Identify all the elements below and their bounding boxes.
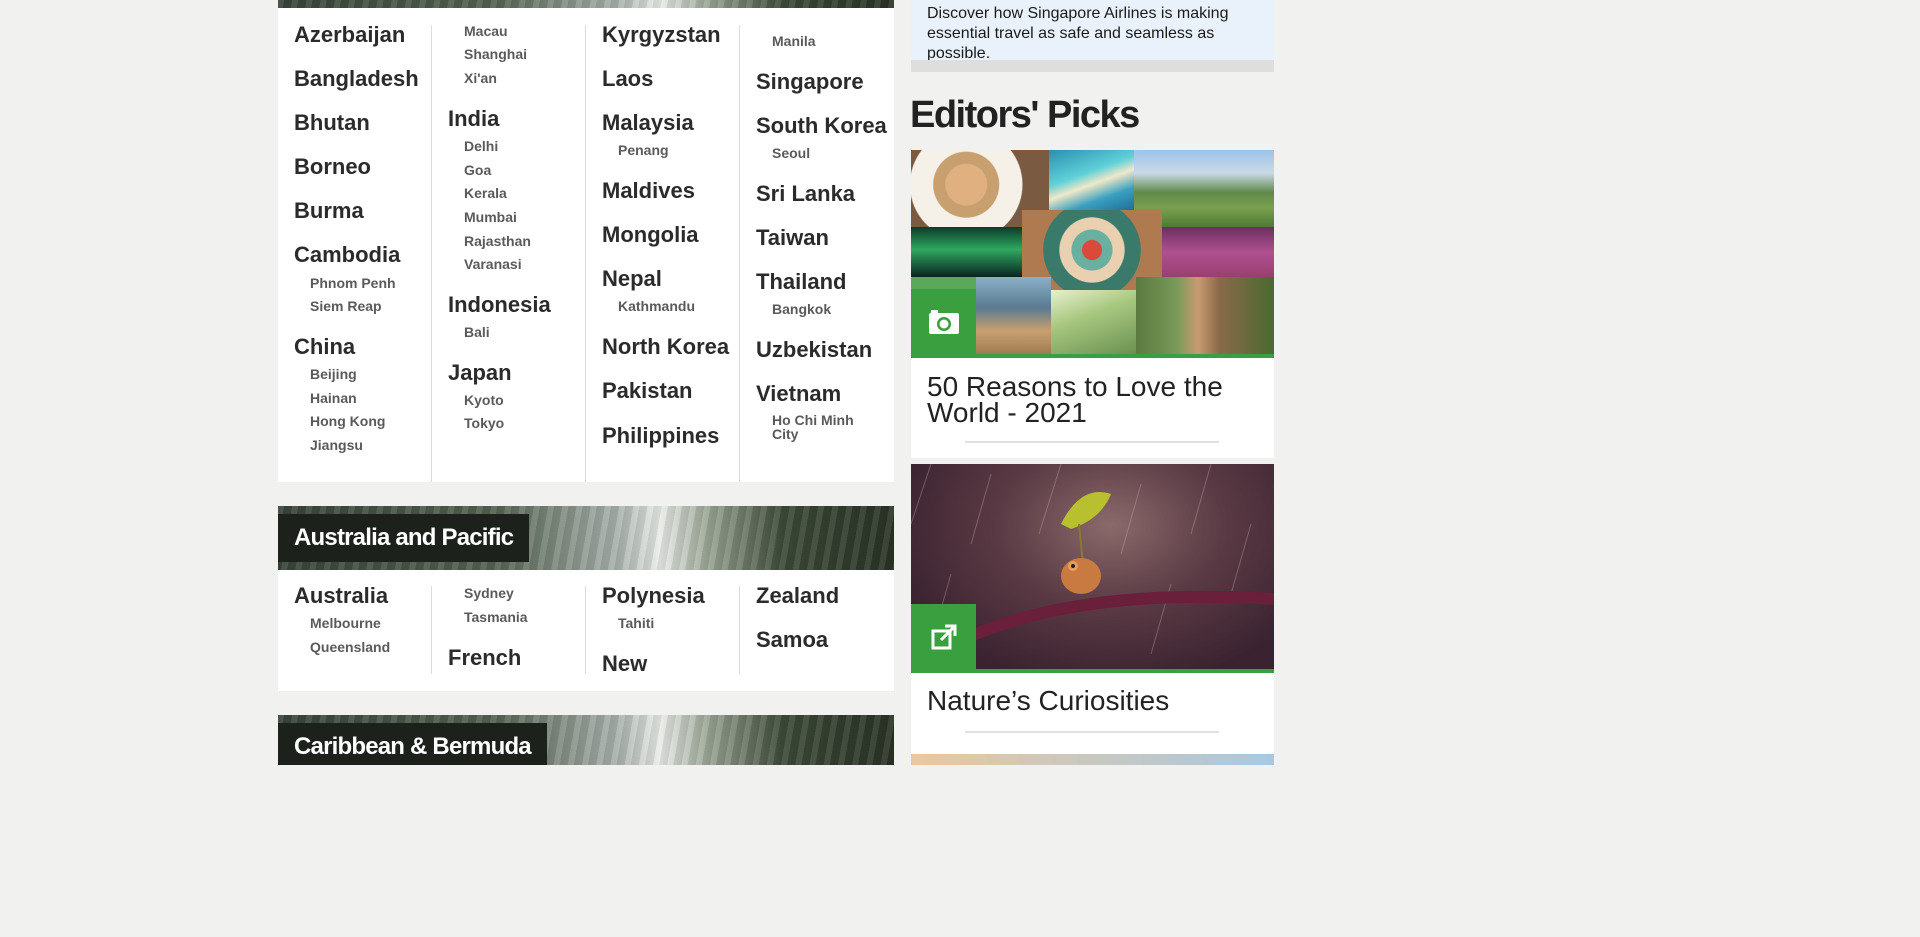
asia-column-1: Azerbaijan Bangladesh Bhutan Borneo Burm… (278, 22, 432, 482)
country-link[interactable]: Burma (294, 198, 364, 224)
collage-tile (976, 277, 1051, 354)
city-link[interactable]: Kerala (464, 185, 507, 201)
country-link[interactable]: Nepal (602, 266, 662, 292)
country-link[interactable]: Mongolia (602, 222, 699, 248)
city-link[interactable]: Delhi (464, 138, 498, 154)
collage-tile (1049, 150, 1134, 210)
country-link[interactable]: China (294, 334, 355, 360)
promo-divider (911, 60, 1274, 72)
divider (965, 731, 1219, 733)
city-link[interactable]: Melbourne (310, 615, 381, 631)
accent-strip (911, 669, 1274, 673)
asia-destination-list: Azerbaijan Bangladesh Bhutan Borneo Burm… (278, 8, 894, 482)
camera-badge (911, 289, 976, 354)
city-link[interactable]: Queensland (310, 639, 390, 655)
country-link[interactable]: Cambodia (294, 242, 400, 268)
asia-column-4: Manila Singapore South Korea Seoul Sri L… (740, 25, 894, 482)
country-link[interactable]: North Korea (602, 334, 729, 360)
city-link[interactable]: Penang (618, 142, 669, 158)
country-link[interactable]: French (448, 645, 521, 671)
country-link[interactable]: India (448, 106, 499, 132)
country-link[interactable]: Pakistan (602, 378, 693, 404)
country-link[interactable]: South Korea (756, 113, 887, 139)
country-link[interactable]: Uzbekistan (756, 337, 872, 363)
next-pick-image (911, 754, 1274, 765)
region-heading[interactable]: Australia and Pacific (278, 514, 530, 562)
country-link[interactable]: Singapore (756, 69, 864, 95)
country-link[interactable]: Malaysia (602, 110, 694, 136)
city-link[interactable]: Macau (464, 23, 508, 39)
pick-title[interactable]: Nature’s Curiosities (927, 687, 1262, 715)
country-link[interactable]: Philippines (602, 423, 719, 449)
city-link[interactable]: Varanasi (464, 256, 522, 272)
external-link-icon (931, 624, 956, 649)
country-link[interactable]: Australia (294, 583, 388, 609)
city-link[interactable]: Sydney (464, 585, 514, 601)
asia-banner-remnant (278, 0, 894, 8)
australia-destination-list: Australia Melbourne Queensland Sydney Ta… (278, 570, 894, 691)
accent-strip (911, 354, 1274, 358)
country-link[interactable]: Thailand (756, 269, 846, 295)
country-link[interactable]: Maldives (602, 178, 695, 204)
country-link[interactable]: Vietnam (756, 381, 841, 407)
promo-text: Discover how Singapore Airlines is makin… (927, 5, 1229, 62)
external-link-badge (911, 604, 976, 669)
australia-column-2: Sydney Tasmania French (432, 585, 586, 674)
city-link[interactable]: Rajasthan (464, 233, 531, 249)
country-link[interactable]: Bhutan (294, 110, 370, 136)
country-link[interactable]: Bangladesh (294, 66, 419, 92)
country-link[interactable]: Azerbaijan (294, 22, 405, 48)
city-link[interactable]: Seoul (772, 145, 810, 161)
editors-pick-card[interactable]: Nature’s Curiosities (911, 464, 1274, 754)
country-link[interactable]: Samoa (756, 627, 828, 653)
country-link[interactable]: Sri Lanka (756, 181, 855, 207)
sponsor-promo[interactable]: Discover how Singapore Airlines is makin… (911, 0, 1274, 62)
city-link[interactable]: Tokyo (464, 415, 504, 431)
city-link[interactable]: Xi'an (464, 70, 497, 86)
city-link[interactable]: Tahiti (618, 615, 654, 631)
country-link[interactable]: New (602, 651, 647, 677)
asia-column-3: Kyrgyzstan Laos Malaysia Penang Maldives… (586, 22, 740, 482)
country-link[interactable]: Zealand (756, 583, 839, 609)
city-link[interactable]: Siem Reap (310, 298, 382, 314)
city-link[interactable]: Phnom Penh (310, 275, 396, 291)
country-link[interactable]: Polynesia (602, 583, 705, 609)
collage-tile (1162, 227, 1274, 277)
editors-picks-heading: Editors' Picks (910, 94, 1140, 136)
country-link[interactable]: Borneo (294, 154, 371, 180)
divider (965, 441, 1219, 443)
city-link[interactable]: Manila (772, 33, 816, 49)
city-link[interactable]: Goa (464, 162, 491, 178)
collage-tile (1051, 290, 1136, 354)
region-heading[interactable]: Caribbean & Bermuda (278, 723, 547, 765)
city-link[interactable]: Hainan (310, 390, 357, 406)
country-link[interactable]: Laos (602, 66, 653, 92)
country-link[interactable]: Japan (448, 360, 512, 386)
australia-column-4: Zealand Samoa (740, 583, 894, 674)
city-link[interactable]: Hong Kong (310, 413, 385, 429)
collage-tile (911, 227, 1022, 277)
city-link[interactable]: Kathmandu (618, 298, 695, 314)
city-link[interactable]: Shanghai (464, 46, 527, 62)
country-link[interactable]: Indonesia (448, 292, 551, 318)
city-link[interactable]: Kyoto (464, 392, 504, 408)
country-link[interactable]: Taiwan (756, 225, 829, 251)
camera-icon (928, 309, 959, 334)
pick-title[interactable]: 50 Reasons to Love the World - 2021 (927, 373, 1262, 427)
collage-tile (1136, 277, 1274, 354)
city-link[interactable]: Jiangsu (310, 437, 363, 453)
editors-pick-card[interactable]: 50 Reasons to Love the World - 2021 (911, 150, 1274, 458)
country-link[interactable]: Kyrgyzstan (602, 22, 721, 48)
city-link[interactable]: Mumbai (464, 209, 517, 225)
caribbean-banner: Caribbean & Bermuda (278, 715, 894, 765)
city-link[interactable]: Bali (464, 324, 490, 340)
australia-column-1: Australia Melbourne Queensland (278, 583, 432, 674)
city-link[interactable]: Beijing (310, 366, 357, 382)
city-link[interactable]: Bangkok (772, 301, 831, 317)
city-link[interactable]: Tasmania (464, 609, 528, 625)
city-link[interactable]: Ho Chi Minh City (772, 413, 872, 441)
australia-column-3: Polynesia Tahiti New (586, 583, 740, 677)
australia-banner: Australia and Pacific (278, 506, 894, 570)
asia-column-2: Macau Shanghai Xi'an India Delhi Goa Ker… (432, 23, 586, 482)
